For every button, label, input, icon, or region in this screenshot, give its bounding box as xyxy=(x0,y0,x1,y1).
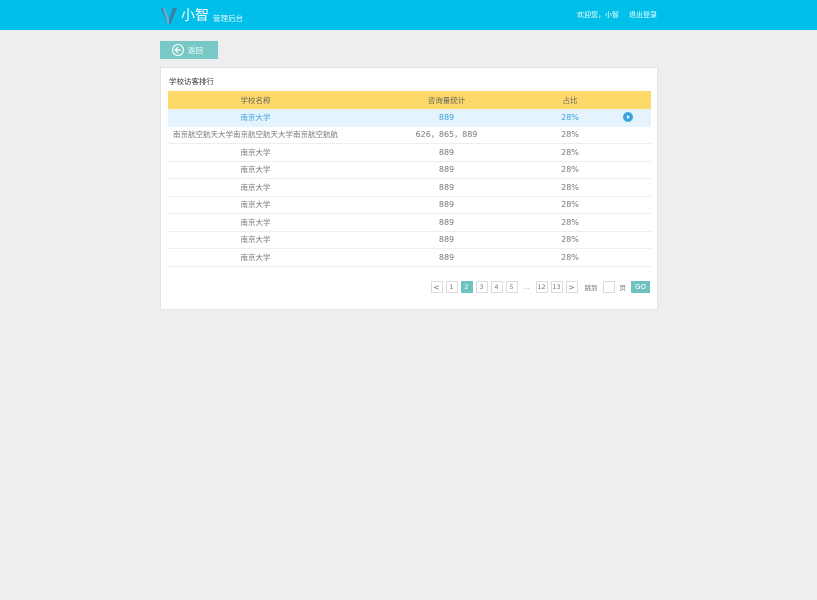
school-name-cell: 南京大学 xyxy=(240,252,271,262)
logout-link[interactable]: 退出登录 xyxy=(629,10,657,20)
count-cell: 626，865，889 xyxy=(415,130,478,140)
column-header-count: 咨询量统计 xyxy=(427,95,466,105)
count-cell: 889 xyxy=(438,147,455,157)
page-button-4[interactable]: 4 xyxy=(490,281,503,293)
page-button-12[interactable]: 12 xyxy=(535,281,548,293)
back-button[interactable]: 返回 xyxy=(160,41,218,59)
count-cell: 889 xyxy=(438,252,455,262)
school-name-cell: 南京大学 xyxy=(240,147,271,157)
ratio-cell: 28% xyxy=(561,112,579,122)
logo-v-icon xyxy=(161,7,177,25)
ratio-cell: 28% xyxy=(561,200,579,210)
school-name-cell: 南京航空航天大学南京航空航天大学南京航空航航 xyxy=(173,130,338,140)
header-user-area: 欢迎您，小智 退出登录 xyxy=(577,10,657,20)
page-button-2[interactable]: 2 xyxy=(460,281,473,293)
count-cell: 889 xyxy=(438,182,455,192)
play-icon[interactable] xyxy=(623,112,633,123)
school-name-cell: 南京大学 xyxy=(240,200,271,210)
ratio-cell: 28% xyxy=(561,130,579,140)
pagination: < 1 2 3 4 5 … 12 13 > 跳到 页 GO xyxy=(430,281,650,293)
goto-page-input[interactable] xyxy=(602,281,615,293)
count-cell: 889 xyxy=(438,200,455,210)
page-button-13[interactable]: 13 xyxy=(550,281,563,293)
ratio-cell: 28% xyxy=(561,235,579,245)
table-header: 学校名称 咨询量统计 占比 xyxy=(168,91,651,109)
welcome-text: 欢迎您，小智 xyxy=(577,11,619,19)
ranking-table: 学校名称 咨询量统计 占比 南京大学 889 28% 南京航空航天大学南京航空航… xyxy=(168,91,651,267)
ranking-card: 学校访客排行 学校名称 咨询量统计 占比 南京大学 889 28% 南京航空航天… xyxy=(160,67,658,310)
page-ellipsis: … xyxy=(523,283,530,291)
count-cell: 889 xyxy=(438,217,455,227)
table-row[interactable]: 南京大学 889 28% xyxy=(168,162,651,179)
goto-label: 跳到 xyxy=(584,284,598,292)
page-button-1[interactable]: 1 xyxy=(445,281,458,293)
ratio-cell: 28% xyxy=(561,147,579,157)
table-row[interactable]: 南京航空航天大学南京航空航天大学南京航空航航 626，865，889 28% xyxy=(168,127,651,144)
table-row[interactable]: 南京大学 889 28% xyxy=(168,197,651,214)
school-name-cell: 南京大学 xyxy=(240,165,271,175)
ratio-cell: 28% xyxy=(561,182,579,192)
logo-name: 小智 xyxy=(181,8,209,24)
logo[interactable]: 小智 管理后台 xyxy=(161,5,243,25)
school-name-cell: 南京大学 xyxy=(240,182,271,192)
table-row[interactable]: 南京大学 889 28% xyxy=(168,179,651,197)
logo-subtitle: 管理后台 xyxy=(213,14,243,23)
ratio-cell: 28% xyxy=(561,165,579,175)
count-cell: 889 xyxy=(438,112,455,122)
count-cell: 889 xyxy=(438,165,455,175)
column-header-school: 学校名称 xyxy=(240,95,271,105)
column-header-ratio: 占比 xyxy=(562,95,578,105)
page-button-3[interactable]: 3 xyxy=(475,281,488,293)
ratio-cell: 28% xyxy=(561,252,579,262)
top-header: 小智 管理后台 欢迎您，小智 退出登录 xyxy=(0,0,817,30)
table-row[interactable]: 南京大学 889 28% xyxy=(168,144,651,162)
count-cell: 889 xyxy=(438,235,455,245)
next-page-button[interactable]: > xyxy=(565,281,578,293)
card-title: 学校访客排行 xyxy=(169,77,214,86)
prev-page-button[interactable]: < xyxy=(430,281,443,293)
school-name-cell: 南京大学 xyxy=(240,112,271,122)
go-button[interactable]: GO xyxy=(631,281,650,293)
table-row[interactable]: 南京大学 889 28% xyxy=(168,109,651,127)
school-name-cell: 南京大学 xyxy=(240,217,271,227)
back-button-label: 返回 xyxy=(188,45,203,55)
back-arrow-icon xyxy=(172,44,184,56)
page-unit-label: 页 xyxy=(619,284,627,292)
ratio-cell: 28% xyxy=(561,217,579,227)
table-row[interactable]: 南京大学 889 28% xyxy=(168,214,651,232)
page-button-5[interactable]: 5 xyxy=(505,281,518,293)
table-row[interactable]: 南京大学 889 28% xyxy=(168,232,651,249)
table-row[interactable]: 南京大学 889 28% xyxy=(168,249,651,267)
school-name-cell: 南京大学 xyxy=(240,235,271,245)
